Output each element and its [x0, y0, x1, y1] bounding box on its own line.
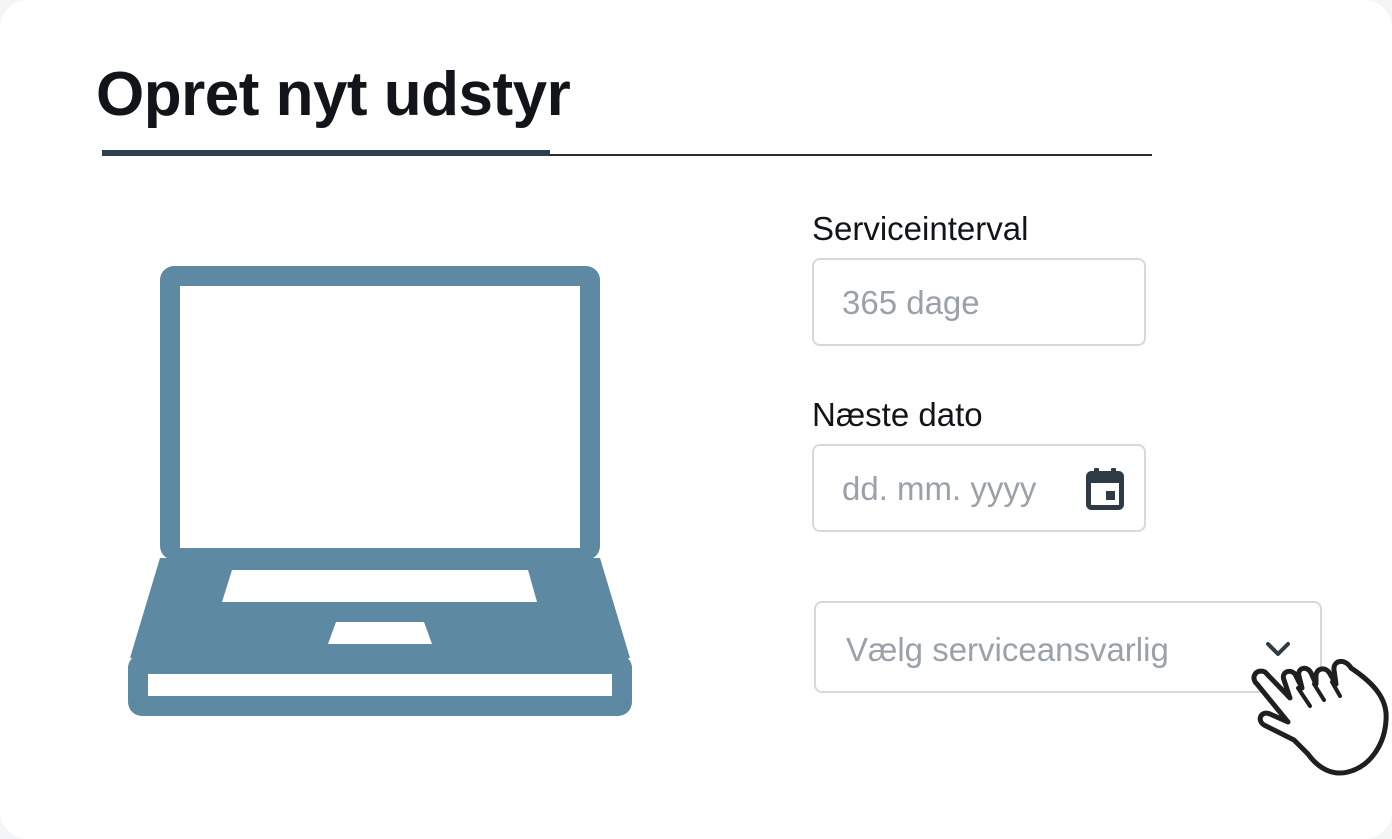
page-title: Opret nyt udstyr — [96, 60, 571, 129]
service-interval-label: Serviceinterval — [812, 210, 1029, 247]
calendar-icon[interactable] — [1086, 468, 1124, 510]
pointing-hand-icon — [1251, 659, 1389, 776]
laptop-icon — [128, 266, 632, 716]
title-accent-underline — [102, 150, 550, 156]
service-interval-input[interactable]: 365 dage — [812, 258, 1146, 346]
service-owner-placeholder: Vælg serviceansvarlig — [846, 631, 1169, 668]
next-date-input[interactable]: dd. mm. yyyy — [812, 444, 1146, 532]
service-interval-placeholder: 365 dage — [842, 284, 980, 321]
next-date-placeholder: dd. mm. yyyy — [842, 470, 1037, 507]
next-date-label: Næste dato — [812, 396, 983, 433]
create-equipment-card: Opret nyt udstyr Serviceinterval 365 dag… — [0, 0, 1392, 839]
